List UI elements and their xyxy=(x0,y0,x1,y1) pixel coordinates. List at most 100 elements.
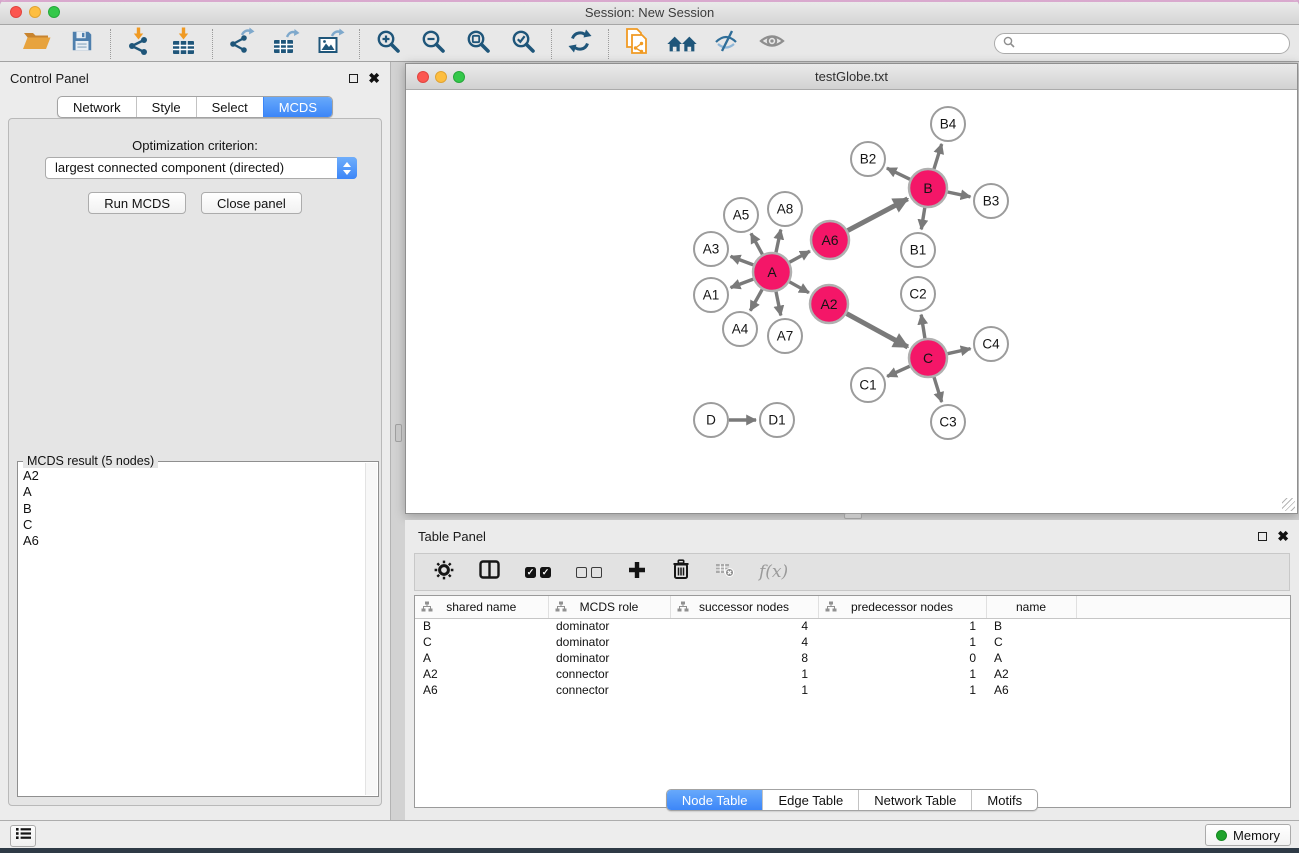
cell-successor-nodes[interactable]: 4 xyxy=(670,634,818,650)
cell-MCDS-role[interactable]: dominator xyxy=(548,634,670,650)
edge-A2-C[interactable] xyxy=(847,314,908,347)
column-header-name[interactable]: name xyxy=(986,596,1076,618)
result-item[interactable]: B xyxy=(23,501,378,517)
tab-edge-table[interactable]: Edge Table xyxy=(762,790,858,810)
edge-B-B3[interactable] xyxy=(948,192,971,197)
result-item[interactable]: A2 xyxy=(23,468,378,484)
cell-successor-nodes[interactable]: 4 xyxy=(670,618,818,634)
deselect-all-button[interactable] xyxy=(576,567,602,578)
search-field[interactable] xyxy=(994,33,1290,54)
window-resize-grip[interactable] xyxy=(1282,498,1295,511)
cell-name[interactable]: A xyxy=(986,650,1076,666)
cell-predecessor-nodes[interactable]: 1 xyxy=(818,682,986,698)
tab-network[interactable]: Network xyxy=(58,97,136,117)
cell-name[interactable]: B xyxy=(986,618,1076,634)
edge-A-A4[interactable] xyxy=(750,289,762,310)
result-scrollbar[interactable] xyxy=(365,463,377,795)
close-panel-icon[interactable]: ✖ xyxy=(1277,530,1289,542)
edge-C-C2[interactable] xyxy=(921,315,925,339)
horizontal-splitter-handle[interactable] xyxy=(844,513,862,519)
column-view-button[interactable] xyxy=(479,560,500,584)
cell-shared-name[interactable]: A xyxy=(415,650,548,666)
cell-shared-name[interactable]: A6 xyxy=(415,682,548,698)
delete-table-button[interactable] xyxy=(715,562,734,582)
houses-icon[interactable] xyxy=(666,28,698,60)
edge-C-C3[interactable] xyxy=(934,377,942,402)
cell-successor-nodes[interactable]: 8 xyxy=(670,650,818,666)
edge-B-B4[interactable] xyxy=(934,144,942,169)
cell-predecessor-nodes[interactable]: 1 xyxy=(818,666,986,682)
network-window-titlebar[interactable]: testGlobe.txt xyxy=(406,64,1297,90)
network-list-button[interactable] xyxy=(10,825,36,847)
cell-successor-nodes[interactable]: 1 xyxy=(670,682,818,698)
delete-column-button[interactable] xyxy=(672,559,690,585)
tab-mcds[interactable]: MCDS xyxy=(263,97,332,117)
tab-style[interactable]: Style xyxy=(136,97,196,117)
hide-selected-button[interactable] xyxy=(711,28,743,60)
search-input[interactable] xyxy=(1020,36,1281,52)
result-item[interactable]: A xyxy=(23,484,378,500)
export-image-button[interactable] xyxy=(315,28,347,60)
table-row[interactable]: Cdominator41C xyxy=(415,634,1290,650)
cell-name[interactable]: C xyxy=(986,634,1076,650)
cell-predecessor-nodes[interactable]: 1 xyxy=(818,618,986,634)
apply-layout-button[interactable] xyxy=(564,28,596,60)
cell-MCDS-role[interactable]: dominator xyxy=(548,650,670,666)
table-settings-button[interactable] xyxy=(434,560,454,585)
result-item[interactable]: A6 xyxy=(23,533,378,549)
zoom-out-button[interactable] xyxy=(417,28,449,60)
table-row[interactable]: Bdominator41B xyxy=(415,618,1290,634)
import-table-button[interactable] xyxy=(168,28,200,60)
edge-B-B1[interactable] xyxy=(921,208,925,230)
column-header-MCDS-role[interactable]: MCDS role xyxy=(548,596,670,618)
edge-A6-B[interactable] xyxy=(848,199,908,231)
cell-shared-name[interactable]: B xyxy=(415,618,548,634)
zoom-fit-button[interactable] xyxy=(462,28,494,60)
add-column-button[interactable] xyxy=(627,560,647,585)
table-row[interactable]: A2connector11A2 xyxy=(415,666,1290,682)
tab-node-table[interactable]: Node Table xyxy=(667,790,763,810)
edge-A-A6[interactable] xyxy=(790,251,810,262)
edge-B-B2[interactable] xyxy=(887,168,910,179)
open-session-button[interactable] xyxy=(21,28,53,60)
cell-name[interactable]: A2 xyxy=(986,666,1076,682)
edge-A-A2[interactable] xyxy=(789,282,809,293)
edge-C-C1[interactable] xyxy=(887,366,910,376)
edge-C-C4[interactable] xyxy=(948,349,971,354)
table-row[interactable]: A6connector11A6 xyxy=(415,682,1290,698)
float-panel-icon[interactable] xyxy=(349,74,358,83)
optimization-criterion-dropdown[interactable]: largest connected component (directed) xyxy=(45,157,357,179)
edge-A-A5[interactable] xyxy=(751,233,762,254)
close-panel-button[interactable]: Close panel xyxy=(201,192,302,214)
cell-successor-nodes[interactable]: 1 xyxy=(670,666,818,682)
new-network-from-selection-button[interactable] xyxy=(621,28,653,60)
save-session-button[interactable] xyxy=(66,28,98,60)
float-panel-icon[interactable] xyxy=(1258,532,1267,541)
edge-A-A7[interactable] xyxy=(776,292,781,316)
tab-motifs[interactable]: Motifs xyxy=(971,790,1037,810)
show-all-button[interactable] xyxy=(756,28,788,60)
cell-MCDS-role[interactable]: connector xyxy=(548,682,670,698)
function-builder-button[interactable]: f(x) xyxy=(759,562,788,582)
window-titlebar[interactable]: Session: New Session xyxy=(0,0,1299,25)
export-table-button[interactable] xyxy=(270,28,302,60)
column-header-shared-name[interactable]: shared name xyxy=(415,596,548,618)
node-table-container[interactable]: shared nameMCDS rolesuccessor nodesprede… xyxy=(414,595,1291,808)
edge-A-A3[interactable] xyxy=(731,256,754,265)
close-panel-icon[interactable]: ✖ xyxy=(368,72,380,84)
memory-button[interactable]: Memory xyxy=(1205,824,1291,846)
cell-MCDS-role[interactable]: dominator xyxy=(548,618,670,634)
result-item[interactable]: C xyxy=(23,517,378,533)
edge-A-A8[interactable] xyxy=(776,230,781,253)
network-canvas[interactable]: AA1A2A3A4A5A6A7A8BB1B2B3B4CC1C2C3C4DD1 xyxy=(406,91,1297,513)
edge-A-A1[interactable] xyxy=(731,279,754,288)
import-network-button[interactable] xyxy=(123,28,155,60)
zoom-selected-button[interactable] xyxy=(507,28,539,60)
cell-shared-name[interactable]: A2 xyxy=(415,666,548,682)
run-mcds-button[interactable]: Run MCDS xyxy=(88,192,186,214)
cell-predecessor-nodes[interactable]: 1 xyxy=(818,634,986,650)
cell-shared-name[interactable]: C xyxy=(415,634,548,650)
cell-predecessor-nodes[interactable]: 0 xyxy=(818,650,986,666)
cell-MCDS-role[interactable]: connector xyxy=(548,666,670,682)
tab-network-table[interactable]: Network Table xyxy=(858,790,971,810)
